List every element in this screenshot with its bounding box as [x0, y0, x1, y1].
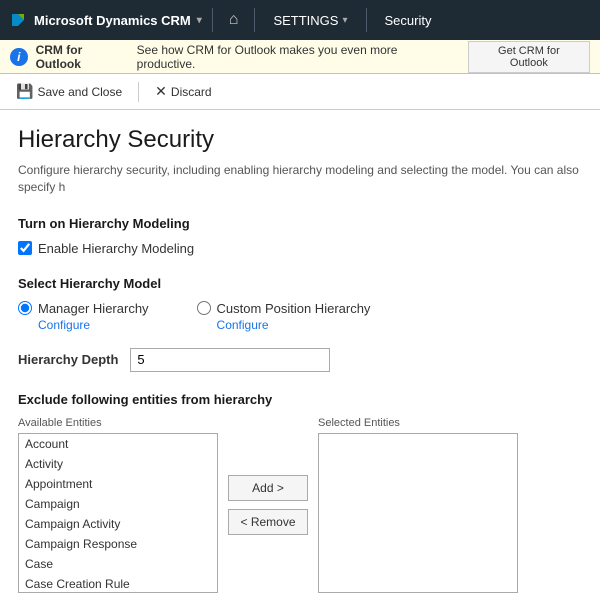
nav-logo-chevron: ▾ [197, 15, 202, 26]
list-item[interactable]: Campaign [19, 494, 217, 514]
nav-settings-label: SETTINGS [273, 13, 338, 28]
available-entities-column: Available Entities Account Activity Appo… [18, 417, 218, 593]
discard-label: Discard [171, 85, 212, 99]
home-icon[interactable]: ⌂ [223, 11, 245, 29]
save-and-close-button[interactable]: 💾 Save and Close [8, 79, 130, 104]
custom-hierarchy-label[interactable]: Custom Position Hierarchy [217, 301, 371, 316]
nav-logo[interactable]: Microsoft Dynamics CRM ▾ [8, 10, 202, 30]
save-close-label: Save and Close [37, 85, 122, 99]
manager-hierarchy-radio[interactable] [18, 301, 32, 315]
crm-banner-description: See how CRM for Outlook makes you even m… [137, 43, 452, 71]
crm-outlook-banner: i CRM for Outlook See how CRM for Outloo… [0, 40, 600, 74]
list-item[interactable]: Campaign Activity [19, 514, 217, 534]
entity-action-buttons: Add > < Remove [218, 417, 318, 593]
list-item[interactable]: Campaign Response [19, 534, 217, 554]
enable-hierarchy-label[interactable]: Enable Hierarchy Modeling [38, 241, 194, 256]
selected-entities-listbox[interactable] [318, 433, 518, 593]
selected-entities-column: Selected Entities [318, 417, 518, 593]
hierarchy-depth-row: Hierarchy Depth [18, 348, 582, 372]
entities-grid: Available Entities Account Activity Appo… [18, 417, 582, 593]
nav-settings[interactable]: SETTINGS ▾ [265, 13, 355, 28]
nav-logo-text: Microsoft Dynamics CRM [34, 13, 191, 28]
depth-label: Hierarchy Depth [18, 352, 118, 367]
manager-configure-link[interactable]: Configure [18, 318, 149, 332]
nav-security-label: Security [377, 13, 440, 28]
remove-entity-button[interactable]: < Remove [228, 509, 308, 535]
page-description: Configure hierarchy security, including … [18, 162, 582, 196]
custom-position-option: Custom Position Hierarchy Configure [197, 301, 371, 332]
info-icon: i [10, 48, 28, 66]
top-navigation: Microsoft Dynamics CRM ▾ ⌂ SETTINGS ▾ Se… [0, 0, 600, 40]
add-entity-button[interactable]: Add > [228, 475, 308, 501]
available-entities-header: Available Entities [18, 417, 218, 429]
manager-hierarchy-option: Manager Hierarchy Configure [18, 301, 149, 332]
save-icon: 💾 [16, 83, 33, 100]
toolbar-separator [138, 82, 139, 102]
nav-settings-chevron: ▾ [342, 15, 347, 26]
hierarchy-model-title: Select Hierarchy Model [18, 276, 582, 291]
ms-dynamics-logo-icon [8, 10, 28, 30]
list-item[interactable]: Activity [19, 454, 217, 474]
radio-options: Manager Hierarchy Configure Custom Posit… [18, 301, 582, 332]
nav-divider-2 [254, 8, 255, 32]
enable-hierarchy-modeling-row: Enable Hierarchy Modeling [18, 241, 582, 256]
list-item[interactable]: Case Creation Rule [19, 574, 217, 593]
enable-hierarchy-checkbox[interactable] [18, 241, 32, 255]
discard-button[interactable]: ✕ Discard [147, 79, 219, 104]
hierarchy-model-section: Select Hierarchy Model Manager Hierarchy… [18, 276, 582, 332]
nav-divider-1 [212, 8, 213, 32]
available-entities-listbox[interactable]: Account Activity Appointment Campaign Ca… [18, 433, 218, 593]
entities-section: Exclude following entities from hierarch… [18, 392, 582, 593]
discard-icon: ✕ [155, 83, 167, 100]
custom-configure-link[interactable]: Configure [197, 318, 371, 332]
list-item[interactable]: Account [19, 434, 217, 454]
turn-on-section-title: Turn on Hierarchy Modeling [18, 216, 582, 231]
manager-hierarchy-label[interactable]: Manager Hierarchy [38, 301, 149, 316]
get-crm-outlook-button[interactable]: Get CRM for Outlook [468, 41, 590, 73]
custom-hierarchy-radio[interactable] [197, 301, 211, 315]
entities-section-title: Exclude following entities from hierarch… [18, 392, 582, 407]
page-toolbar: 💾 Save and Close ✕ Discard [0, 74, 600, 110]
depth-input[interactable] [130, 348, 330, 372]
crm-banner-label: CRM for Outlook [36, 43, 129, 71]
selected-entities-header: Selected Entities [318, 417, 518, 429]
list-item[interactable]: Case [19, 554, 217, 574]
page-title: Hierarchy Security [18, 126, 582, 154]
list-item[interactable]: Appointment [19, 474, 217, 494]
nav-divider-3 [366, 8, 367, 32]
page-content: Hierarchy Security Configure hierarchy s… [0, 110, 600, 609]
